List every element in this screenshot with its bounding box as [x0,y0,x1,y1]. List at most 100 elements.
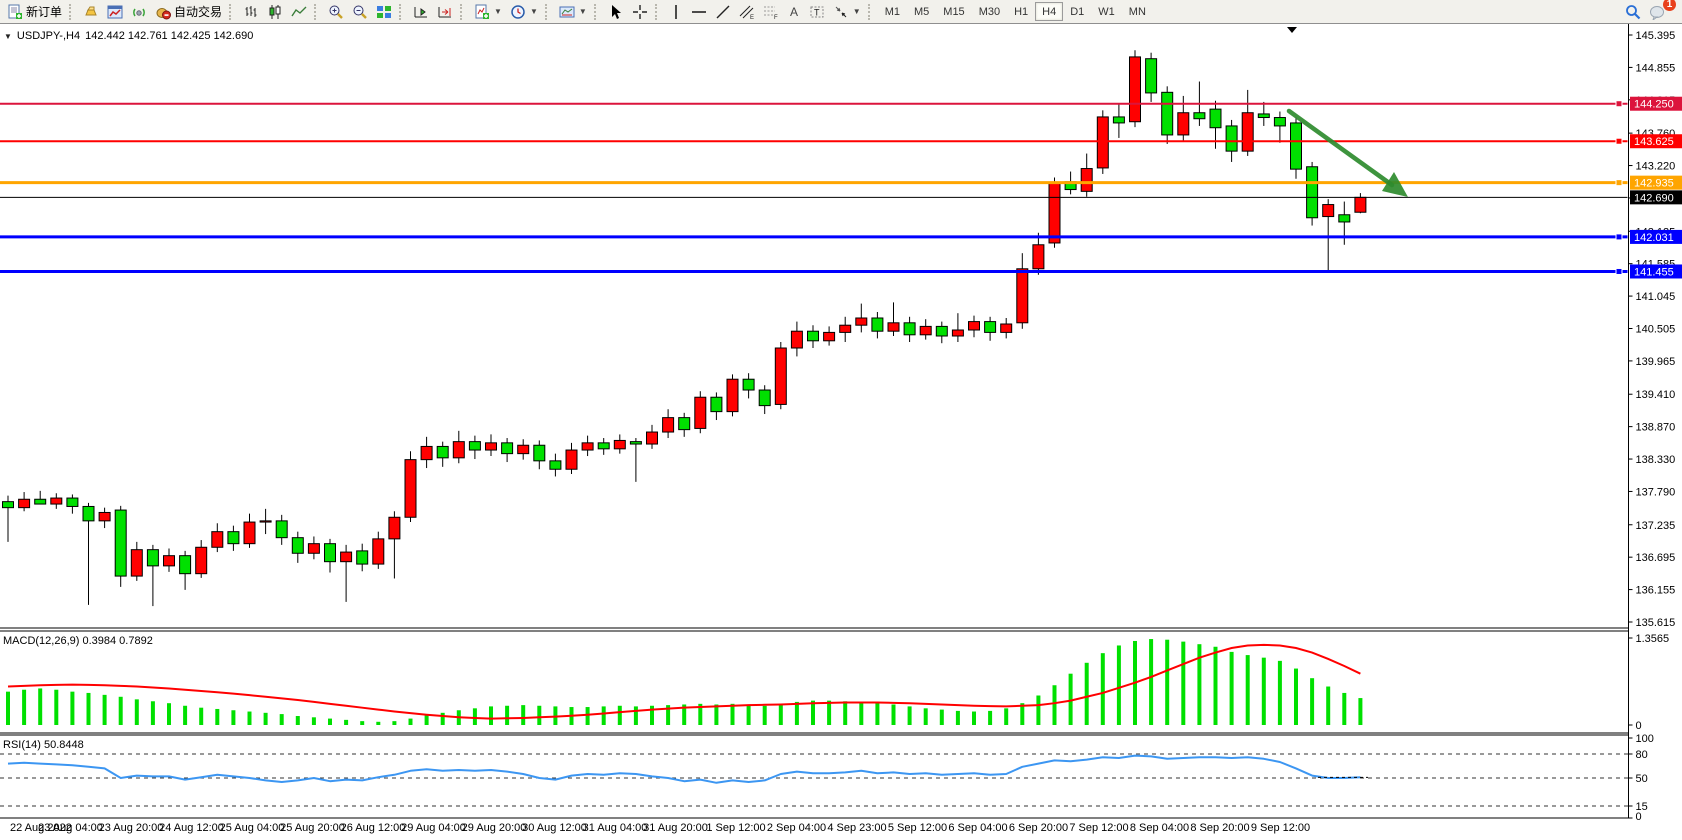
scroll-end-marker[interactable] [1287,27,1297,33]
hline-handle[interactable] [1616,268,1622,274]
hline-handle[interactable] [1616,180,1622,186]
rsi-indicator-label: RSI(14) 50.8448 [3,739,84,751]
price-tag-label: 141.455 [1634,266,1674,278]
candle-body [486,443,497,450]
macd-histogram-bar [312,717,316,725]
time-axis-label: 29 Aug 04:00 [401,822,466,834]
candle-body [1178,113,1189,135]
price-tick-label: 136.695 [1636,552,1676,564]
macd-histogram-bar [505,706,509,725]
vertical-line-button[interactable] [665,2,687,22]
tile-windows-button[interactable] [372,2,396,22]
macd-histogram-bar [537,706,541,725]
market-watch-button[interactable] [79,2,103,22]
macd-histogram-bar [119,697,123,725]
zoom-out-button[interactable] [348,2,372,22]
timeframe-button-M5[interactable]: M5 [907,2,936,21]
auto-trading-label: 自动交易 [174,3,222,20]
toolbar-separator [314,4,321,20]
candle-body [808,331,819,341]
macd-histogram-bar [22,690,26,725]
fibonacci-button[interactable]: F [759,2,783,22]
macd-histogram-bar [409,719,413,725]
symbol-expand-icon[interactable]: ▼ [4,32,12,41]
text-button[interactable]: A [783,2,805,22]
bar-chart-button[interactable] [239,2,263,22]
candle-body [1162,92,1173,135]
candle-body [1210,109,1221,128]
candlestick-chart-button[interactable] [263,2,287,22]
search-button[interactable] [1621,2,1645,22]
candle-body [244,522,255,544]
arrows-button[interactable]: ▼ [829,2,865,22]
macd-axis-label: 0 [1636,720,1642,732]
crosshair-button[interactable] [628,2,652,22]
zoom-in-button[interactable] [324,2,348,22]
new-order-button[interactable]: 新订单 [3,2,66,22]
text-label-button[interactable]: T [805,2,829,22]
chart-canvas[interactable]: 145.395144.855144.315143.760143.220142.6… [0,24,1682,840]
toolbar-separator [69,4,76,20]
macd-histogram-bar [1053,685,1057,725]
text-icon: A [787,4,801,20]
trend-arrow[interactable] [1289,111,1392,185]
periods-button[interactable]: ▼ [506,2,542,22]
time-axis-label: 9 Sep 12:00 [1251,822,1310,834]
timeframe-button-M15[interactable]: M15 [936,2,971,21]
macd-histogram-bar [731,704,735,725]
macd-histogram-bar [296,716,300,725]
timeframe-button-M1[interactable]: M1 [878,2,907,21]
candle-body [614,440,625,448]
timeframe-button-MN[interactable]: MN [1122,2,1153,21]
timeframe-button-H1[interactable]: H1 [1007,2,1035,21]
chevron-down-icon: ▼ [853,7,861,16]
auto-trading-button[interactable]: 自动交易 [151,2,226,22]
new-chart-button[interactable]: ▼ [470,2,506,22]
profiles-button[interactable]: ▼ [555,2,591,22]
tile-windows-icon [376,4,392,20]
svg-text:A: A [790,5,798,19]
macd-histogram-bar [875,703,879,725]
candle-body [1097,117,1108,168]
candle-body [936,326,947,336]
hline-handle[interactable] [1616,101,1622,107]
cursor-button[interactable] [604,2,628,22]
equidistant-channel-button[interactable]: E [735,2,759,22]
timeframe-button-W1[interactable]: W1 [1091,2,1122,21]
timeframe-button-M30[interactable]: M30 [972,2,1007,21]
macd-histogram-bar [1085,663,1089,725]
hline-handle[interactable] [1616,234,1622,240]
chart-shift-button[interactable] [409,2,433,22]
trend-arrow-head[interactable] [1382,172,1408,197]
auto-scroll-button[interactable] [433,2,457,22]
candle-body [550,461,561,469]
trendline-button[interactable] [711,2,735,22]
macd-histogram-bar [1149,639,1153,725]
signals-button[interactable] [127,2,151,22]
candlestick-chart-icon [267,4,283,20]
gold-ingot-icon [83,4,99,20]
chart-window-button[interactable] [103,2,127,22]
time-axis-label: 25 Aug 04:00 [220,822,285,834]
macd-histogram-bar [1278,661,1282,725]
line-chart-button[interactable] [287,2,311,22]
hline-handle[interactable] [1616,138,1622,144]
candle-body [1242,113,1253,151]
macd-histogram-bar [360,721,364,725]
time-axis-label: 7 Sep 12:00 [1069,822,1128,834]
candle-body [260,521,271,522]
price-tick-label: 137.790 [1636,486,1676,498]
macd-indicator-label: MACD(12,26,9) 0.3984 0.7892 [3,635,153,647]
macd-histogram-bar [602,706,606,725]
timeframe-button-D1[interactable]: D1 [1063,2,1091,21]
candle-body [969,322,980,330]
timeframe-button-H4[interactable]: H4 [1035,2,1063,21]
cursor-icon [608,4,624,20]
horizontal-line-button[interactable] [687,2,711,22]
rsi-axis-label: 100 [1636,733,1654,745]
macd-histogram-bar [634,706,638,725]
toolbar-separator [545,4,552,20]
macd-histogram-bar [1294,669,1298,725]
macd-histogram-bar [763,706,767,725]
chevron-down-icon: ▼ [579,7,587,16]
